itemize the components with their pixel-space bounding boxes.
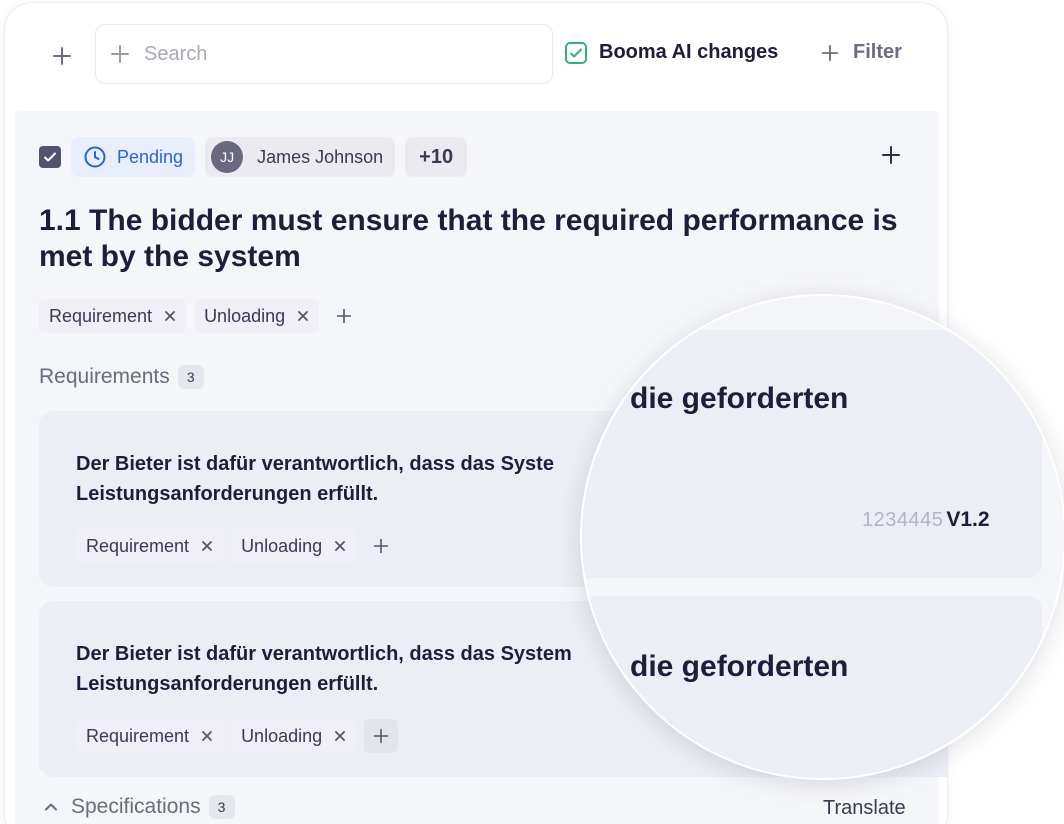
magnified-card (582, 596, 1042, 778)
tag-unloading: Unloading (231, 529, 357, 563)
tag-requirement: Requirement (76, 529, 224, 563)
checkbox-checked-icon[interactable] (565, 41, 587, 64)
tag-unloading: Unloading (194, 299, 320, 333)
select-checkbox[interactable] (39, 146, 61, 168)
item-meta: Pending JJ James Johnson +10 (39, 137, 477, 177)
plus-icon (53, 47, 71, 65)
tag-requirement: Requirement (76, 719, 224, 753)
requirement-tags: Requirement Unloading (76, 529, 398, 563)
translate-button[interactable]: Translate (823, 797, 906, 820)
magnified-text: die geforderten (630, 650, 849, 683)
item-tags: Requirement Unloading (39, 299, 361, 333)
magnifier-lens: die geforderten die geforderten 1234445 … (580, 294, 1064, 780)
requirement-tags: Requirement Unloading (76, 719, 399, 753)
add-button[interactable] (45, 39, 79, 73)
status-badge[interactable]: Pending (71, 137, 196, 177)
check-icon (44, 152, 56, 162)
close-icon[interactable] (297, 310, 309, 322)
magnified-text: die geforderten (630, 382, 849, 415)
close-icon[interactable] (164, 310, 176, 322)
specifications-label: Specifications (71, 795, 201, 818)
close-icon[interactable] (201, 540, 213, 552)
close-icon[interactable] (201, 730, 213, 742)
add-tag-button[interactable] (364, 719, 399, 753)
plus-icon (336, 308, 352, 324)
chevron-up-icon (43, 799, 59, 815)
add-assignee-button[interactable] (881, 145, 901, 165)
avatar: JJ (211, 141, 244, 173)
assignee-name: James Johnson (257, 146, 384, 167)
tag-label: Unloading (241, 725, 323, 746)
close-icon[interactable] (334, 540, 346, 552)
plus-icon (373, 728, 389, 744)
filter-button[interactable]: Filter (821, 41, 902, 64)
version-label: V1.2 (946, 508, 990, 531)
requirements-label: Requirements (39, 365, 170, 388)
search-box[interactable] (95, 24, 553, 84)
tag-label: Requirement (49, 305, 153, 326)
specifications-count: 3 (208, 795, 235, 819)
specifications-header[interactable]: Specifications 3 (43, 795, 235, 819)
requirement-text-line: Leistungsanforderungen erfüllt. (76, 483, 379, 505)
requirement-text-line: Leistungsanforderungen erfüllt. (76, 673, 379, 695)
version-info: 1234445 V1.2 (862, 508, 990, 532)
assignee-chip[interactable]: JJ James Johnson (205, 137, 396, 177)
requirement-text: Der Bieter ist dafür verantwortlich, das… (76, 639, 636, 699)
add-tag-button[interactable] (364, 529, 398, 563)
version-number: 1234445 (862, 509, 944, 531)
tag-label: Requirement (86, 535, 190, 556)
plus-icon (373, 538, 389, 554)
add-tag-button[interactable] (327, 299, 361, 333)
tag-label: Unloading (204, 305, 286, 326)
requirements-count: 3 (177, 365, 204, 389)
requirement-text: Der Bieter ist dafür verantwortlich, das… (76, 449, 636, 509)
clock-icon (83, 145, 107, 169)
requirements-header: Requirements 3 (39, 365, 204, 389)
filter-label: Filter (853, 41, 902, 63)
ai-changes-label: Booma AI changes (599, 41, 779, 63)
tag-label: Unloading (241, 535, 323, 556)
tag-label: Requirement (86, 725, 190, 746)
top-toolbar: Booma AI changes Filter (5, 3, 947, 111)
item-title: 1.1 The bidder must ensure that the requ… (39, 204, 898, 273)
close-icon[interactable] (334, 730, 346, 742)
ai-changes-toggle[interactable]: Booma AI changes (565, 41, 778, 64)
magnified-card (582, 330, 1042, 578)
requirement-text-line: Der Bieter ist dafür verantwortlich, das… (76, 643, 572, 665)
plus-icon (821, 44, 839, 62)
requirement-text-line: Der Bieter ist dafür verantwortlich, das… (76, 453, 554, 475)
search-input[interactable] (144, 42, 524, 66)
plus-icon (110, 44, 130, 64)
tag-requirement: Requirement (39, 299, 187, 333)
status-label: Pending (117, 146, 184, 167)
more-assignees-button[interactable]: +10 (405, 137, 468, 177)
plus-icon (882, 146, 900, 164)
tag-unloading: Unloading (231, 719, 357, 753)
